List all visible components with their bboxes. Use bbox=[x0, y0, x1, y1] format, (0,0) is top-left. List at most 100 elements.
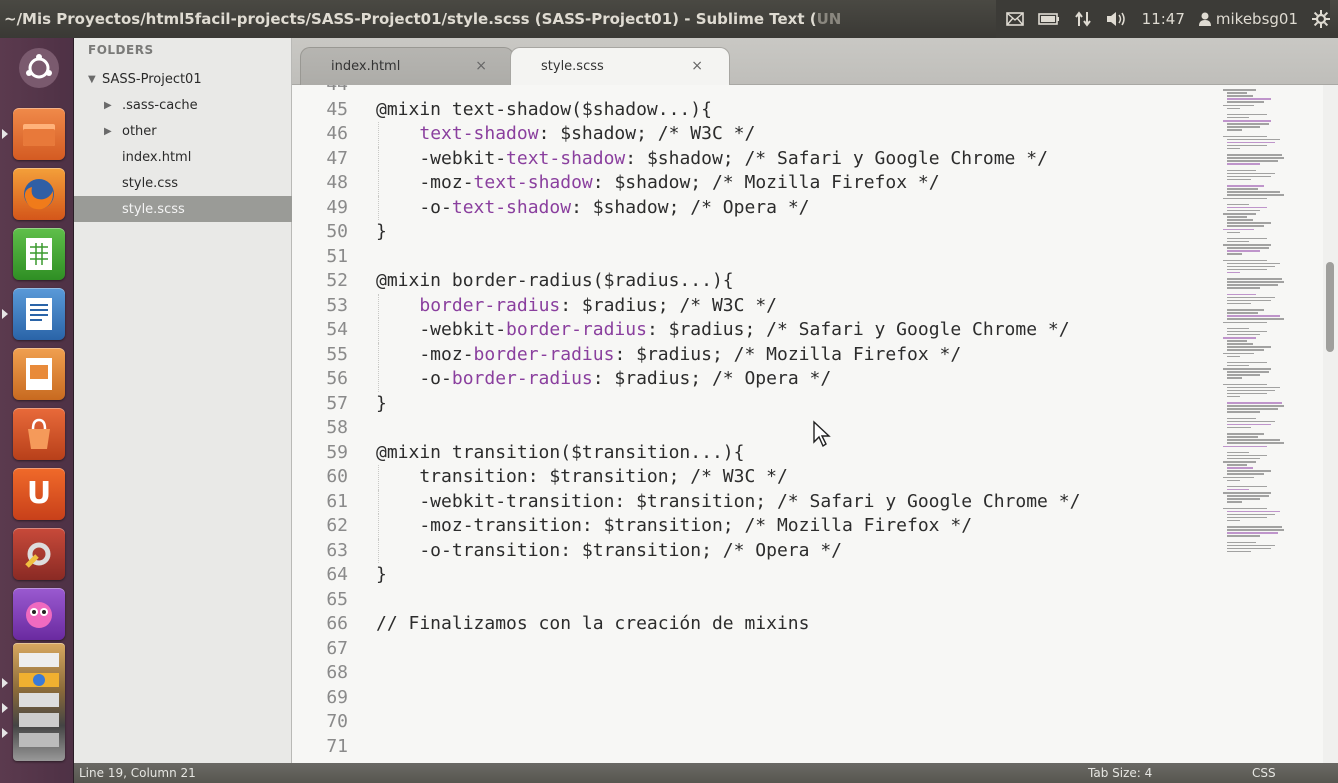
code-line[interactable]: 69 bbox=[292, 686, 1323, 711]
code-line[interactable]: 67 bbox=[292, 637, 1323, 662]
code-text[interactable]: -o-border-radius: $radius; /* Opera */ bbox=[376, 367, 831, 392]
network-icon[interactable] bbox=[1074, 11, 1092, 27]
syntax-mode[interactable]: CSS bbox=[1252, 766, 1276, 780]
ubuntu-dash-icon[interactable] bbox=[19, 48, 59, 88]
project-folder[interactable]: ▼ SASS-Project01 bbox=[74, 66, 292, 92]
code-line[interactable]: 61 -webkit-transition: $transition; /* S… bbox=[292, 489, 1323, 515]
scrollbar-thumb[interactable] bbox=[1326, 262, 1334, 352]
file-label[interactable]: index.html bbox=[122, 150, 191, 165]
code-line[interactable]: 44 bbox=[292, 85, 1323, 98]
code-line[interactable]: 46 text-shadow: $shadow; /* W3C */ bbox=[292, 122, 1323, 147]
tab-style-scss[interactable]: style.scss × bbox=[510, 47, 730, 86]
user-icon[interactable]: mikebsg01 bbox=[1198, 10, 1298, 28]
minimap-line bbox=[1227, 188, 1258, 190]
minimap-line bbox=[1227, 519, 1241, 522]
game-icon[interactable] bbox=[13, 588, 65, 640]
libreoffice-writer-icon[interactable] bbox=[13, 288, 65, 340]
code-line[interactable]: 51 bbox=[292, 245, 1323, 270]
code-line[interactable]: 62 -moz-transition: $transition; /* Mozi… bbox=[292, 514, 1323, 539]
folder-label[interactable]: other bbox=[122, 124, 157, 139]
line-number: 71 bbox=[326, 735, 348, 757]
code-line[interactable]: 60 transition: $transition; /* W3C */ bbox=[292, 465, 1323, 490]
code-line[interactable]: 70 bbox=[292, 710, 1323, 735]
code-text[interactable]: -webkit-text-shadow: $shadow; /* Safari … bbox=[376, 147, 1048, 172]
folder-label[interactable]: .sass-cache bbox=[122, 98, 198, 113]
code-text[interactable]: -o-text-shadow: $shadow; /* Opera */ bbox=[376, 196, 809, 221]
tab-index-html[interactable]: index.html × bbox=[300, 47, 514, 85]
code-line[interactable]: 47 -webkit-text-shadow: $shadow; /* Safa… bbox=[292, 146, 1323, 172]
folder-sass-cache[interactable]: ▶ .sass-cache bbox=[74, 92, 292, 118]
code-line[interactable]: 58 bbox=[292, 416, 1323, 441]
firefox-icon[interactable] bbox=[13, 168, 65, 220]
minimap-line bbox=[1227, 423, 1271, 426]
tab-label[interactable]: style.scss bbox=[541, 59, 604, 74]
scrollbar-track[interactable] bbox=[1323, 85, 1338, 763]
code-text[interactable]: text-shadow: $shadow; /* W3C */ bbox=[376, 122, 755, 147]
system-settings-icon[interactable] bbox=[13, 528, 65, 580]
files-icon[interactable] bbox=[13, 108, 65, 160]
clock[interactable]: 11:47 bbox=[1142, 10, 1185, 28]
file-label[interactable]: style.css bbox=[122, 176, 178, 191]
libreoffice-impress-icon[interactable] bbox=[13, 348, 65, 400]
code-text[interactable]: } bbox=[376, 220, 387, 245]
libreoffice-calc-icon[interactable] bbox=[13, 228, 65, 280]
gear-icon[interactable] bbox=[1312, 10, 1330, 28]
code-text[interactable]: @mixin transition($transition...){ bbox=[376, 441, 744, 466]
code-line[interactable]: 55 -moz-border-radius: $radius; /* Mozil… bbox=[292, 342, 1323, 368]
tab-close-icon[interactable]: × bbox=[475, 58, 487, 74]
code-line[interactable]: 68 bbox=[292, 661, 1323, 686]
code-text[interactable]: transition: $transition; /* W3C */ bbox=[376, 465, 787, 490]
volume-icon[interactable] bbox=[1106, 11, 1128, 27]
code-text[interactable]: -webkit-transition: $transition; /* Safa… bbox=[376, 490, 1080, 515]
code-editor[interactable]: 4445@mixin text-shadow($shadow...){46 te… bbox=[292, 85, 1323, 763]
code-line[interactable]: 54 -webkit-border-radius: $radius; /* Sa… bbox=[292, 318, 1323, 343]
code-line[interactable]: 57} bbox=[292, 392, 1323, 417]
disclosure-open-icon[interactable]: ▼ bbox=[88, 74, 102, 85]
code-line[interactable]: 50} bbox=[292, 220, 1323, 245]
tab-label[interactable]: index.html bbox=[331, 59, 400, 74]
code-text[interactable]: } bbox=[376, 392, 387, 417]
code-text[interactable]: @mixin border-radius($radius...){ bbox=[376, 269, 734, 294]
battery-icon[interactable] bbox=[1037, 12, 1060, 26]
code-text[interactable]: -webkit-border-radius: $radius; /* Safar… bbox=[376, 318, 1069, 343]
file-label[interactable]: style.scss bbox=[122, 202, 185, 217]
file-style-scss[interactable]: style.scss bbox=[74, 196, 292, 222]
code-text[interactable]: // Finalizamos con la creación de mixins bbox=[376, 612, 809, 637]
line-number: 67 bbox=[326, 637, 348, 659]
disclosure-closed-icon[interactable]: ▶ bbox=[104, 100, 122, 111]
minimap-line bbox=[1227, 498, 1260, 500]
code-line[interactable]: 48 -moz-text-shadow: $shadow; /* Mozilla… bbox=[292, 171, 1323, 196]
minimap[interactable] bbox=[1215, 85, 1323, 763]
code-line[interactable]: 59 @mixin transition($transition...){ bbox=[292, 441, 1323, 466]
code-text[interactable]: -moz-transition: $transition; /* Mozilla… bbox=[376, 514, 972, 539]
folder-other[interactable]: ▶ other bbox=[74, 118, 292, 144]
tab-close-icon[interactable]: × bbox=[691, 58, 703, 74]
minimap-line bbox=[1227, 411, 1260, 413]
code-line[interactable]: 49 -o-text-shadow: $shadow; /* Opera */ bbox=[292, 195, 1323, 221]
user-name[interactable]: mikebsg01 bbox=[1216, 10, 1298, 28]
tab-size[interactable]: Tab Size: 4 bbox=[1088, 766, 1152, 780]
code-text[interactable]: -o-transition: $transition; /* Opera */ bbox=[376, 539, 842, 564]
code-text[interactable]: } bbox=[376, 563, 387, 588]
code-line[interactable]: 63 -o-transition: $transition; /* Opera … bbox=[292, 538, 1323, 564]
file-style-css[interactable]: style.css bbox=[74, 170, 292, 196]
code-line[interactable]: 52 @mixin border-radius($radius...){ bbox=[292, 269, 1323, 294]
code-line[interactable]: 71 bbox=[292, 735, 1323, 760]
code-line[interactable]: 56 -o-border-radius: $radius; /* Opera *… bbox=[292, 367, 1323, 392]
code-line[interactable]: 66 // Finalizamos con la creación de mixi… bbox=[292, 612, 1323, 637]
mail-icon[interactable] bbox=[1005, 12, 1024, 26]
stacked-windows-icon[interactable] bbox=[13, 643, 65, 761]
code-line[interactable]: 45 @mixin text-shadow($shadow...){ bbox=[292, 98, 1323, 123]
code-text[interactable]: -moz-border-radius: $radius; /* Mozilla … bbox=[376, 343, 961, 368]
ubuntu-one-icon[interactable]: U bbox=[13, 468, 65, 520]
disclosure-closed-icon[interactable]: ▶ bbox=[104, 126, 122, 137]
code-text[interactable]: -moz-text-shadow: $shadow; /* Mozilla Fi… bbox=[376, 171, 939, 196]
file-index-html[interactable]: index.html bbox=[74, 144, 292, 170]
code-line[interactable]: 64} bbox=[292, 563, 1323, 588]
project-folder-label[interactable]: SASS-Project01 bbox=[102, 72, 202, 87]
software-center-icon[interactable] bbox=[13, 408, 65, 460]
code-text[interactable]: @mixin text-shadow($shadow...){ bbox=[376, 98, 712, 123]
code-text[interactable]: border-radius: $radius; /* W3C */ bbox=[376, 294, 777, 319]
code-line[interactable]: 53 border-radius: $radius; /* W3C */ bbox=[292, 293, 1323, 319]
code-line[interactable]: 65 bbox=[292, 588, 1323, 613]
